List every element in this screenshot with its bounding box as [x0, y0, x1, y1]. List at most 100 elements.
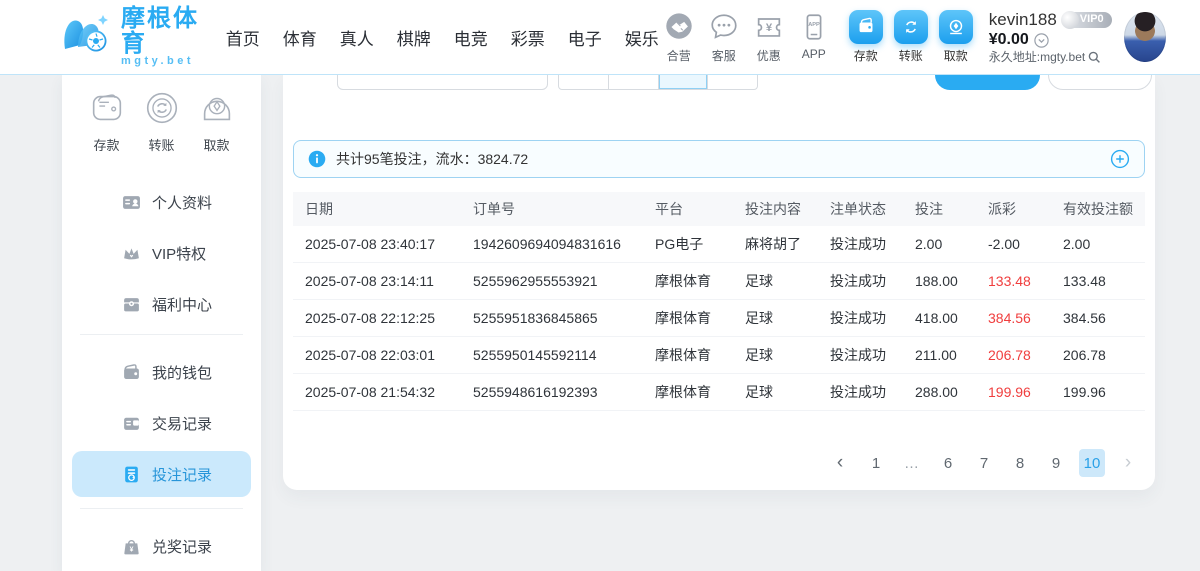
crown-icon	[122, 244, 141, 263]
col-bet: 投注	[903, 199, 976, 219]
cell-order: 5255950145592114	[461, 347, 643, 363]
date-range-input[interactable]	[337, 75, 548, 90]
cell-platform: 摩根体育	[643, 271, 733, 291]
nav-cards[interactable]: 棋牌	[397, 25, 431, 50]
table-row: 2025-07-08 22:03:01 5255950145592114 摩根体…	[293, 337, 1145, 374]
cell-status: 投注成功	[818, 308, 903, 328]
permanent-domain: 永久地址:mgty.bet	[989, 50, 1085, 65]
cell-date: 2025-07-08 22:12:25	[293, 310, 461, 326]
cell-valid: 133.48	[1051, 273, 1145, 289]
page-ellipsis[interactable]: …	[899, 449, 925, 477]
page-prev[interactable]: ‹	[827, 449, 853, 477]
cell-payout: -2.00	[976, 236, 1051, 252]
handshake-icon	[663, 11, 695, 46]
sidebar-item-redeem-records[interactable]: ¥ 兑奖记录	[72, 523, 251, 569]
withdraw-outline-icon	[197, 88, 237, 131]
deposit-button[interactable]: 存款	[849, 10, 883, 64]
support-link[interactable]: 客服	[704, 11, 744, 64]
cell-bet: 418.00	[903, 310, 976, 326]
cell-payout: 206.78	[976, 347, 1051, 363]
deposit-icon	[849, 10, 883, 44]
topbar: 摩根体育 mgty.bet 首页 体育 真人 棋牌 电竞 彩票 电子 娱乐 合营	[0, 0, 1200, 75]
quick-range-option-2[interactable]	[608, 75, 658, 89]
page-next[interactable]: ›	[1115, 449, 1141, 477]
reset-button[interactable]	[1048, 75, 1152, 90]
transfer-button[interactable]: 转账	[894, 10, 928, 64]
quick-range-option-1[interactable]	[559, 75, 608, 89]
cell-platform: 摩根体育	[643, 382, 733, 402]
page-8[interactable]: 8	[1007, 449, 1033, 477]
table-row: 2025-07-08 22:12:25 5255951836845865 摩根体…	[293, 300, 1145, 337]
app-link[interactable]: APP APP	[794, 11, 834, 64]
sidebar-deposit-button[interactable]: 存款	[83, 88, 131, 154]
sidebar-withdraw-button[interactable]: 取款	[193, 88, 241, 154]
sidebar: 存款 转账	[62, 75, 261, 571]
cell-date: 2025-07-08 23:14:11	[293, 273, 461, 289]
sidebar-item-welfare[interactable]: 福利中心	[72, 281, 251, 327]
bet-table: 日期 订单号 平台 投注内容 注单状态 投注 派彩 有效投注额 2025-07-…	[293, 192, 1145, 411]
col-platform: 平台	[643, 199, 733, 219]
page-1[interactable]: 1	[863, 449, 889, 477]
col-content: 投注内容	[733, 199, 818, 219]
expand-plus-icon[interactable]	[1110, 149, 1130, 169]
svg-text:¥: ¥	[130, 546, 134, 553]
cell-status: 投注成功	[818, 345, 903, 365]
svg-text:APP: APP	[808, 22, 820, 28]
cell-order: 5255962955553921	[461, 273, 643, 289]
cell-order: 1942609694094831616	[461, 236, 643, 252]
page-10-current[interactable]: 10	[1079, 449, 1105, 477]
gift-bag-icon: ¥	[122, 537, 141, 556]
sidebar-item-vip[interactable]: VIP特权	[72, 230, 251, 276]
withdraw-button[interactable]: 取款	[939, 10, 973, 64]
username: kevin188	[989, 9, 1057, 30]
logo-domain: mgty.bet	[121, 56, 200, 68]
cell-payout: 133.48	[976, 273, 1051, 289]
summary-bar: 共计95笔投注，流水：3824.72	[293, 140, 1145, 178]
cell-date: 2025-07-08 23:40:17	[293, 236, 461, 252]
quick-range-option-3[interactable]	[658, 75, 708, 89]
sidebar-item-bet-records[interactable]: 投注记录	[72, 451, 251, 497]
user-info: kevin188 VIP0 ¥0.00 永久地址:mgty.bet	[989, 9, 1112, 65]
nav-lottery[interactable]: 彩票	[511, 25, 545, 50]
site-logo[interactable]: 摩根体育 mgty.bet	[60, 6, 200, 68]
cell-platform: 摩根体育	[643, 308, 733, 328]
cell-status: 投注成功	[818, 271, 903, 291]
chevron-down-icon[interactable]	[1034, 33, 1049, 48]
cell-order: 5255951836845865	[461, 310, 643, 326]
page-9[interactable]: 9	[1043, 449, 1069, 477]
cell-date: 2025-07-08 21:54:32	[293, 384, 461, 400]
table-row: 2025-07-08 21:54:32 5255948616192393 摩根体…	[293, 374, 1145, 411]
cell-content: 足球	[733, 308, 818, 328]
bet-record-icon	[122, 465, 141, 484]
avatar[interactable]	[1124, 12, 1166, 62]
cell-valid: 2.00	[1051, 236, 1145, 252]
cell-status: 投注成功	[818, 382, 903, 402]
content-area: 存款 转账	[0, 75, 1200, 571]
quick-range-option-4[interactable]	[707, 75, 757, 89]
col-status: 注单状态	[818, 199, 903, 219]
partner-link[interactable]: 合营	[659, 11, 699, 64]
nav-live[interactable]: 真人	[340, 25, 374, 50]
sidebar-item-transactions[interactable]: 交易记录	[72, 400, 251, 446]
nav-sports[interactable]: 体育	[283, 25, 317, 50]
info-icon	[308, 150, 326, 168]
col-payout: 派彩	[976, 199, 1051, 219]
support-icon	[708, 11, 740, 46]
promo-link[interactable]: ¥ 优惠	[749, 11, 789, 64]
table-row: 2025-07-08 23:14:11 5255962955553921 摩根体…	[293, 263, 1145, 300]
page-7[interactable]: 7	[971, 449, 997, 477]
search-button[interactable]	[935, 75, 1040, 90]
col-order: 订单号	[461, 199, 643, 219]
treasure-icon	[122, 295, 141, 314]
search-icon[interactable]	[1088, 51, 1101, 64]
balance: ¥0.00	[989, 30, 1029, 50]
page-6[interactable]: 6	[935, 449, 961, 477]
nav-slots[interactable]: 电子	[568, 25, 602, 50]
nav-casino[interactable]: 娱乐	[625, 25, 659, 50]
nav-home[interactable]: 首页	[226, 25, 260, 50]
sidebar-item-profile[interactable]: 个人资料	[72, 179, 251, 225]
nav-esports[interactable]: 电竞	[454, 25, 488, 50]
coupon-icon: ¥	[753, 11, 785, 46]
sidebar-transfer-button[interactable]: 转账	[138, 88, 186, 154]
sidebar-item-wallet[interactable]: 我的钱包	[72, 349, 251, 395]
